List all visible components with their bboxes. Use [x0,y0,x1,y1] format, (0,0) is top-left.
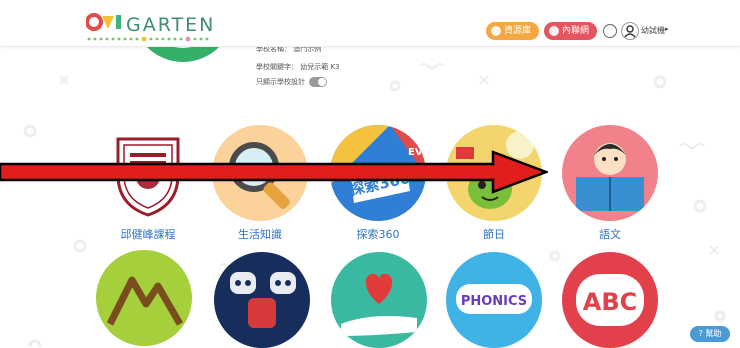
tile-label-kin-fung[interactable]: 邱健峰課程 [88,226,208,242]
top-header: GARTEN 資源庫 內聯網 幼試機 ▸ [0,0,740,47]
red-arrow-annotation [0,150,548,194]
language-globe-icon[interactable] [603,24,617,38]
user-avatar-icon[interactable] [621,22,639,40]
school-design-label: 只顯示學校設計 [256,78,305,86]
robot-icon [214,252,310,348]
resource-library-button[interactable]: 資源庫 [486,22,540,40]
tile-heart-care[interactable] [331,252,427,348]
tile-label-life-knowledge[interactable]: 生活知識 [200,226,320,242]
abc-icon: ABC [562,252,658,348]
tile-abc[interactable]: ABC [562,252,658,348]
tile-label-festivals[interactable]: 節日 [434,226,554,242]
tile-phonics[interactable]: PHONICS [446,252,542,348]
network-icon [549,26,559,36]
tile-language[interactable] [562,125,658,221]
user-menu-caret-icon[interactable]: ▸ [665,25,669,33]
school-keyword-row: 學校關鍵字： 幼兒示範 K3 [256,63,340,71]
abc-text: ABC [583,288,637,316]
help-icon: ? [698,329,703,338]
intranet-button[interactable]: 內聯網 [544,22,598,40]
school-design-filter[interactable]: 只顯示學校設計 [256,77,328,87]
resource-library-label: 資源庫 [504,26,532,36]
user-name-menu[interactable]: 幼試機 [641,25,665,36]
intranet-label: 內聯網 [562,26,590,36]
mountain-icon [96,250,192,346]
help-label: 幫助 [705,329,722,338]
heart-hand-icon [331,252,427,348]
tile-label-explore-360[interactable]: 探索360 [318,226,438,242]
tile-label-language[interactable]: 語文 [550,226,670,242]
logo-text: GARTEN [126,14,216,36]
school-design-toggle[interactable] [309,77,328,87]
phonics-icon: PHONICS [446,252,542,348]
reading-boy-icon [562,125,658,221]
logo-dots [87,36,209,42]
tile-robots[interactable] [214,252,310,348]
phonics-text: PHONICS [461,294,527,309]
tile-mountains[interactable] [96,250,192,346]
help-button[interactable]: ? 幫助 [690,326,730,342]
logo-shapes [86,13,121,31]
library-icon [491,26,501,36]
